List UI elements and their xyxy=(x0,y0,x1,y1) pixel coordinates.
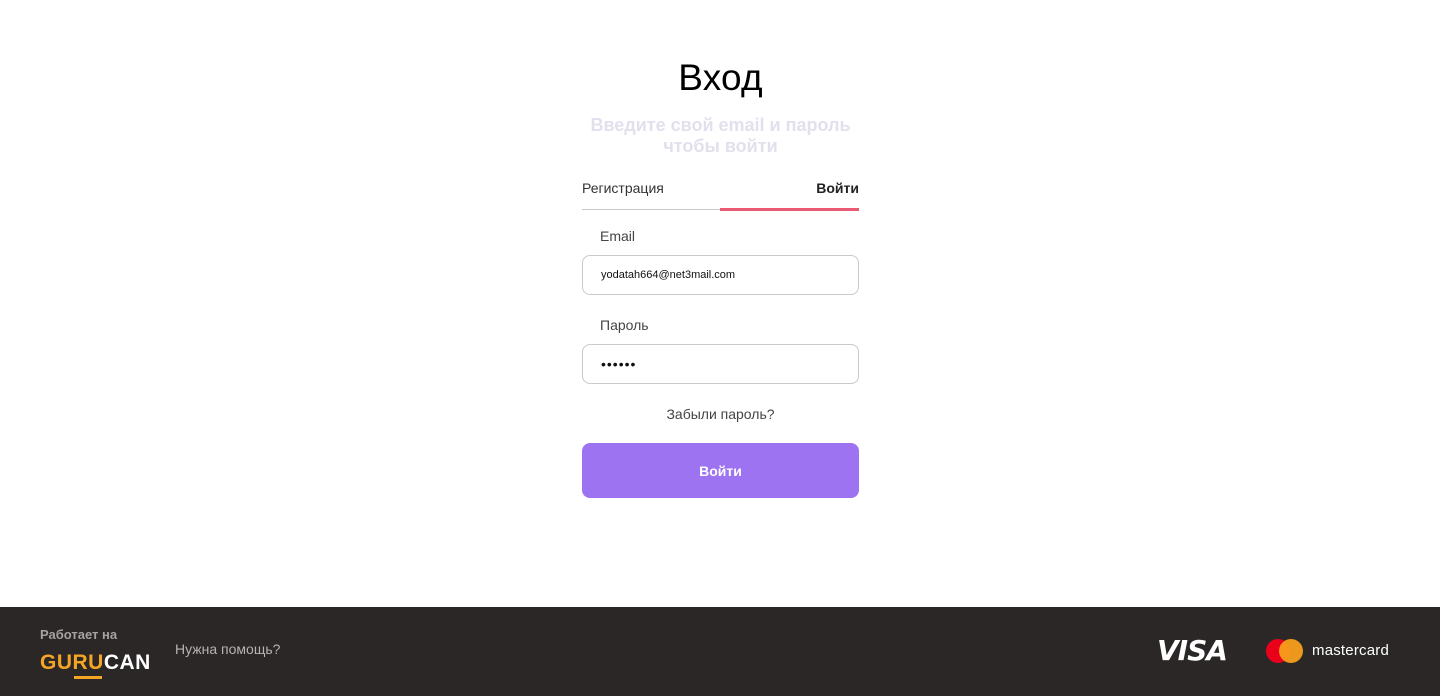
page-subtitle: Введите свой email и пароль чтобы войти xyxy=(590,115,851,156)
powered-by: Работает на GURUCAN xyxy=(40,627,151,674)
login-form: Вход Введите свой email и пароль чтобы в… xyxy=(582,55,859,498)
visa-logo: VISA xyxy=(1157,634,1228,667)
email-label: Email xyxy=(600,228,636,244)
logo-part-can: CAN xyxy=(103,651,151,674)
page-title: Вход xyxy=(678,57,763,98)
password-label: Пароль xyxy=(600,317,649,333)
email-field[interactable] xyxy=(582,255,859,295)
auth-tabs: Регистрация Войти xyxy=(582,173,859,211)
footer: Работает на GURUCAN Нужна помощь? VISA m… xyxy=(0,607,1440,696)
mastercard-logo: mastercard xyxy=(1266,638,1389,664)
password-field[interactable] xyxy=(582,344,859,384)
logo-part-ru: RU xyxy=(72,651,104,674)
help-link[interactable]: Нужна помощь? xyxy=(175,641,280,657)
mastercard-icon xyxy=(1266,638,1306,664)
tab-login[interactable]: Войти xyxy=(721,173,859,209)
mastercard-label: mastercard xyxy=(1312,642,1390,659)
gurucan-logo[interactable]: GURUCAN xyxy=(40,652,151,674)
forgot-password-link[interactable]: Забыли пароль? xyxy=(582,406,859,423)
tab-register[interactable]: Регистрация xyxy=(582,173,721,209)
logo-part-gu: GU xyxy=(40,651,73,674)
active-tab-indicator xyxy=(720,208,859,211)
login-button[interactable]: Войти xyxy=(582,443,859,498)
powered-by-label: Работает на xyxy=(40,627,118,642)
main-content: Вход Введите свой email и пароль чтобы в… xyxy=(0,0,1440,607)
